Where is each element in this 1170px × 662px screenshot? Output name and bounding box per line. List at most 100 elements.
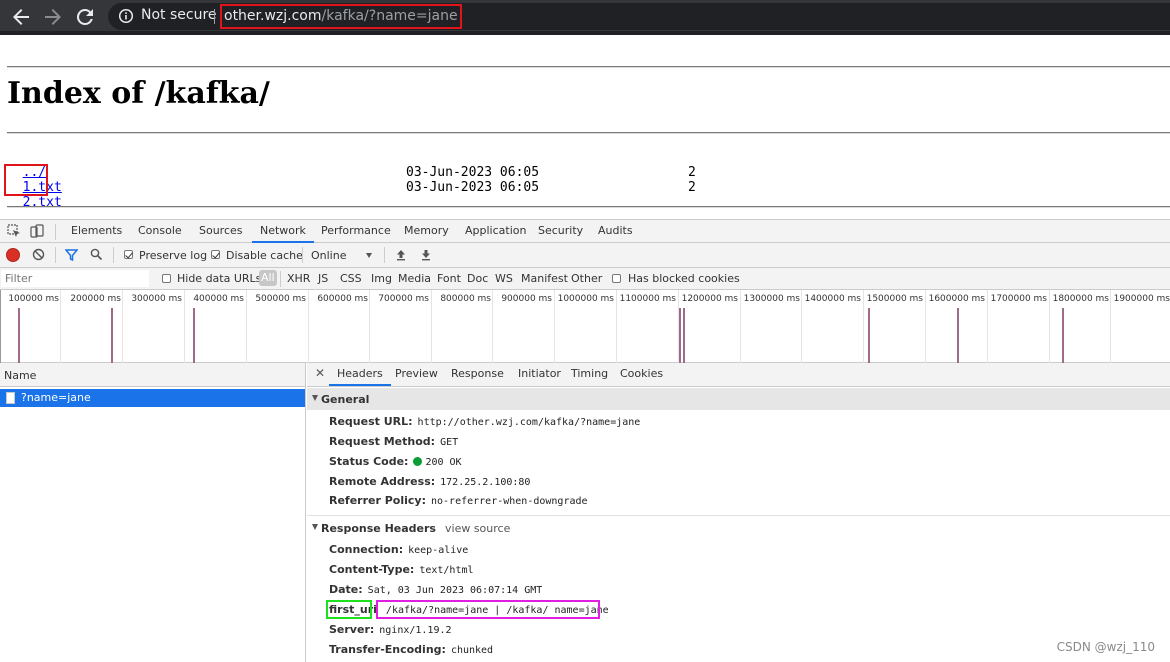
header-row: Request Method: GET	[329, 435, 458, 451]
omnibox-divider	[214, 9, 215, 24]
highlight-box-files	[4, 164, 48, 196]
security-label[interactable]: Not secure	[141, 7, 217, 23]
tab-timing[interactable]: Timing	[571, 363, 608, 386]
request-marker	[111, 308, 113, 363]
type-filter-css[interactable]: CSS	[340, 272, 362, 285]
type-filter-xhr[interactable]: XHR	[287, 272, 310, 285]
tab-elements[interactable]: Elements	[71, 220, 122, 243]
search-icon[interactable]	[90, 248, 103, 264]
header-row: Referrer Policy: no-referrer-when-downgra…	[329, 494, 588, 510]
hide-data-urls-checkbox[interactable]	[162, 274, 171, 283]
header-key: Connection:	[329, 543, 404, 556]
toolbar-bottom-edge	[0, 31, 1170, 35]
timeline-label: 300000 ms	[131, 294, 182, 304]
tab-response[interactable]: Response	[451, 363, 504, 386]
tab-sources[interactable]: Sources	[199, 220, 243, 243]
expand-triangle-icon	[312, 524, 318, 530]
file-size: 2	[688, 165, 696, 180]
filter-input[interactable]	[1, 270, 149, 287]
tab-audits[interactable]: Audits	[598, 220, 633, 243]
response-headers-title: Response Headers	[321, 522, 436, 535]
close-icon[interactable]: ✕	[315, 366, 325, 380]
forward-arrow-icon[interactable]	[41, 5, 65, 29]
timeline-label: 900000 ms	[501, 294, 552, 304]
disable-cache-checkbox[interactable]	[211, 250, 220, 259]
timeline-label: 1200000 ms	[681, 294, 738, 304]
devtools-tabbar: Elements Console Sources Network Perform…	[0, 219, 1170, 243]
network-overview-timeline[interactable]: 100000 ms 200000 ms 300000 ms 400000 ms …	[0, 290, 1170, 363]
tab-initiator[interactable]: Initiator	[518, 363, 561, 386]
type-filter-font[interactable]: Font	[437, 272, 461, 285]
tab-headers[interactable]: Headers	[329, 363, 391, 386]
section-divider	[307, 515, 1170, 516]
tab-cookies[interactable]: Cookies	[620, 363, 663, 386]
address-bar[interactable]: Not secure other.wzj.com/kafka/?name=jan…	[108, 3, 1170, 30]
header-key: Date:	[329, 583, 363, 596]
toolbar-divider	[302, 247, 303, 263]
file-date: 03-Jun-2023 06:05	[406, 180, 540, 195]
filter-funnel-icon[interactable]	[64, 249, 79, 264]
header-key: Server:	[329, 623, 375, 636]
type-filter-doc[interactable]: Doc	[467, 272, 488, 285]
header-value: http://other.wzj.com/kafka/?name=jane	[417, 417, 641, 428]
url-text[interactable]: other.wzj.com/kafka/?name=jane	[220, 4, 462, 29]
type-filter-js[interactable]: JS	[318, 272, 328, 285]
header-value: nginx/1.19.2	[379, 625, 452, 636]
record-icon[interactable]	[7, 249, 19, 261]
header-key: Content-Type:	[329, 563, 415, 576]
preserve-log-checkbox[interactable]	[124, 250, 133, 259]
header-value: GET	[440, 437, 459, 448]
request-marker	[18, 308, 20, 363]
type-filter-other[interactable]: Other	[571, 272, 602, 285]
device-toolbar-icon[interactable]	[30, 224, 44, 241]
request-marker	[679, 308, 681, 363]
header-row: Date: Sat, 03 Jun 2023 06:07:14 GMT	[329, 583, 542, 599]
tab-security[interactable]: Security	[538, 220, 583, 243]
timeline-label: 1600000 ms	[928, 294, 985, 304]
highlight-box-header-value	[376, 600, 600, 619]
preserve-log-label: Preserve log	[139, 249, 208, 262]
detail-tabbar: ✕ Headers Preview Response Initiator Tim…	[307, 363, 1170, 387]
tab-network[interactable]: Network	[252, 220, 314, 243]
tab-performance[interactable]: Performance	[321, 220, 391, 243]
header-row: Connection: keep-alive	[329, 543, 468, 559]
url-path: /kafka/?name=jane	[321, 8, 458, 24]
header-value: 200 OK	[425, 457, 462, 468]
tab-application[interactable]: Application	[465, 220, 526, 243]
type-filter-all[interactable]: All	[259, 270, 277, 286]
table-row[interactable]: ?name=jane	[0, 389, 305, 407]
general-section-header[interactable]: General	[307, 388, 1170, 410]
header-key: Request URL:	[329, 415, 413, 428]
export-har-icon[interactable]	[420, 248, 432, 264]
hide-data-urls-label: Hide data URLs	[177, 272, 262, 285]
name-column-header[interactable]: Name	[0, 363, 305, 387]
response-headers-section-header[interactable]: Response Headers view source	[307, 517, 1170, 539]
timeline-label: 1000000 ms	[557, 294, 614, 304]
view-source-link[interactable]: view source	[445, 522, 510, 535]
back-arrow-icon[interactable]	[9, 5, 33, 29]
throttling-select[interactable]: Online	[311, 249, 346, 262]
type-filter-manifest[interactable]: Manifest	[521, 272, 568, 285]
type-filter-media[interactable]: Media	[398, 272, 431, 285]
header-value: text/html	[419, 565, 474, 576]
type-filter-img[interactable]: Img	[371, 272, 392, 285]
tab-preview[interactable]: Preview	[395, 363, 438, 386]
tab-console[interactable]: Console	[138, 220, 182, 243]
reload-icon[interactable]	[73, 5, 97, 29]
import-har-icon[interactable]	[395, 248, 407, 264]
chevron-down-icon[interactable]	[366, 253, 372, 258]
type-filter-ws[interactable]: WS	[495, 272, 513, 285]
timeline-label: 1500000 ms	[866, 294, 923, 304]
request-marker	[1062, 308, 1064, 363]
has-blocked-cookies-checkbox[interactable]	[612, 274, 621, 283]
general-section-title: General	[321, 393, 370, 406]
tab-memory[interactable]: Memory	[404, 220, 449, 243]
clear-icon[interactable]	[32, 248, 45, 264]
info-icon[interactable]	[118, 8, 134, 28]
header-key: Remote Address:	[329, 475, 436, 488]
header-value: no-referrer-when-downgrade	[431, 496, 588, 507]
file-date: 03-Jun-2023 06:05	[406, 165, 540, 180]
timeline-label: 700000 ms	[378, 294, 429, 304]
network-toolbar: Preserve log Disable cache Online	[0, 243, 1170, 268]
inspect-element-icon[interactable]	[7, 224, 21, 241]
